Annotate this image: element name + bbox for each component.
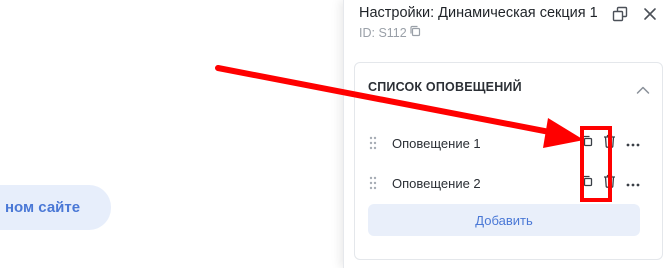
panel-title: Настройки: Динамическая секция 1 — [359, 5, 598, 21]
more-icon[interactable] — [626, 174, 640, 192]
drag-handle-icon[interactable] — [368, 136, 378, 150]
list-item-label: Оповещение 2 — [392, 175, 481, 191]
close-icon[interactable] — [641, 5, 659, 23]
site-link-text: ном сайте — [5, 199, 81, 216]
annotation-highlight-box — [580, 126, 612, 202]
add-notification-button[interactable]: Добавить — [368, 204, 640, 236]
more-icon[interactable] — [626, 134, 640, 152]
section-title: СПИСОК ОПОВЕЩЕНИЙ — [368, 80, 522, 94]
drag-handle-icon[interactable] — [368, 176, 378, 190]
notification-list-section: СПИСОК ОПОВЕЩЕНИЙ Оповещение 1 Оповещени… — [354, 62, 663, 260]
copy-icon[interactable] — [409, 25, 421, 40]
restore-window-icon[interactable] — [611, 5, 629, 23]
chevron-up-icon[interactable] — [636, 82, 650, 100]
list-item-label: Оповещение 1 — [392, 135, 481, 151]
panel-id: ID: S112 — [359, 25, 421, 40]
site-link-pill[interactable]: ном сайте — [0, 185, 111, 230]
settings-panel: Настройки: Динамическая секция 1 ID: S11… — [343, 0, 668, 268]
panel-id-text: ID: S112 — [359, 25, 407, 40]
page-canvas: ном сайте Настройки: Динамическая секция… — [0, 0, 668, 268]
